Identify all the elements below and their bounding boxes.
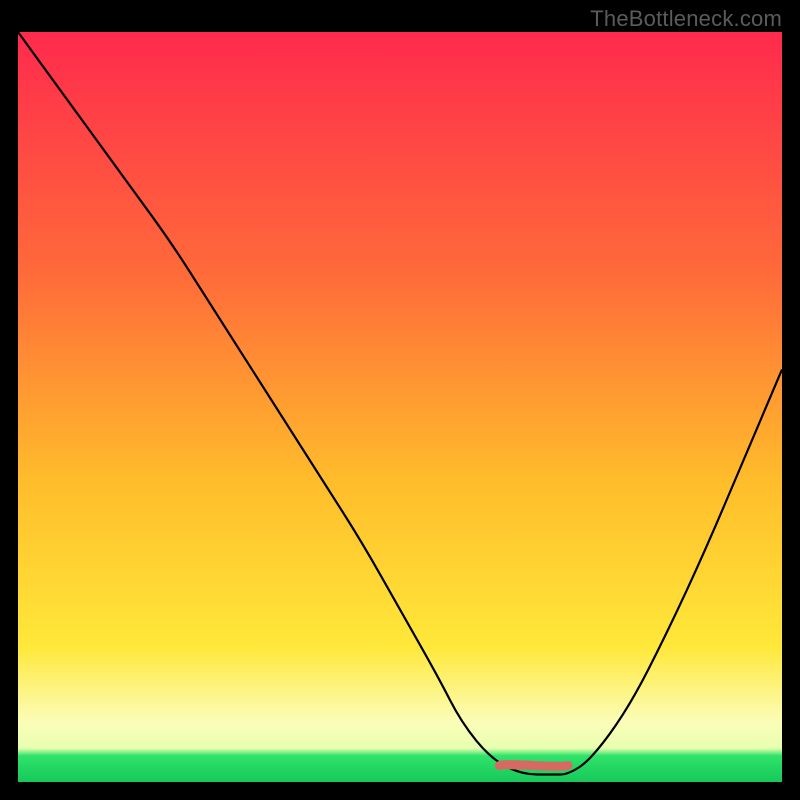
valley-accent-segment xyxy=(499,765,568,767)
curve-layer xyxy=(18,32,782,782)
chart-stage: TheBottleneck.com xyxy=(0,0,800,800)
bottleneck-curve xyxy=(18,32,782,775)
watermark-text: TheBottleneck.com xyxy=(590,6,782,32)
plot-area xyxy=(18,32,782,782)
